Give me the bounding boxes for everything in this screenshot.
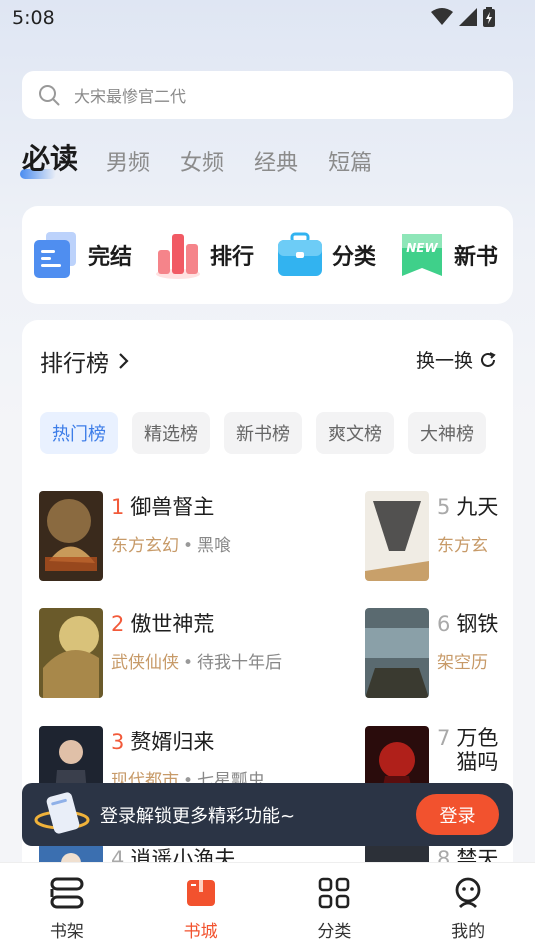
nav-label-bookstore: 书城 [183, 922, 218, 942]
chip-cool[interactable]: 爽文榜 [316, 412, 394, 454]
nav-label-category: 分类 [317, 922, 352, 942]
ranking-chips: 热门榜 精选榜 新书榜 爽文榜 大神榜 [40, 412, 496, 454]
login-banner-text: 登录解锁更多精彩功能~ [100, 805, 296, 827]
search-placeholder: 大宋最惨官二代 [74, 87, 187, 106]
search-bar[interactable]: 大宋最惨官二代 [22, 71, 513, 119]
login-banner: 登录解锁更多精彩功能~ 登录 [22, 783, 513, 846]
status-icons [431, 7, 495, 27]
quick-entry-card: 完结 排行 分类 NEW 新书 [22, 206, 513, 304]
refresh-icon [481, 351, 496, 367]
book-title: 万色猫吗 [456, 726, 499, 774]
chip-hot[interactable]: 热门榜 [40, 412, 118, 454]
book-genre: 架空历 [437, 653, 488, 673]
status-time: 5:08 [12, 7, 55, 29]
book-item[interactable]: 5 九天 东方玄 [365, 491, 498, 581]
new-badge-text: NEW [406, 241, 438, 255]
nav-profile[interactable]: 我的 [401, 863, 535, 951]
ranking-chart-icon [156, 234, 200, 279]
quick-item-complete[interactable]: 完结 [32, 230, 132, 280]
tab-classic[interactable]: 经典 [254, 145, 298, 177]
quick-item-category[interactable]: 分类 [276, 230, 376, 280]
nav-category[interactable]: 分类 [268, 863, 402, 951]
profile-icon [455, 877, 481, 909]
signal-icon [459, 8, 477, 26]
status-bar: 5:08 [0, 0, 535, 38]
quick-label-complete: 完结 [88, 245, 133, 270]
refresh-button[interactable]: 换一换 [416, 346, 497, 373]
tab-bidu[interactable]: 必读 [19, 137, 78, 179]
book-item[interactable]: 2 傲世神荒 武侠仙侠 • 待我十年后 [39, 608, 282, 698]
book-cover [39, 608, 103, 698]
book-title: 傲世神荒 [130, 612, 215, 636]
rank-number: 3 [111, 730, 125, 754]
nav-bookshelf[interactable]: 书架 [0, 863, 134, 951]
book-cover [365, 608, 429, 698]
book-complete-icon [34, 232, 76, 278]
quick-label-ranking: 排行 [210, 245, 255, 270]
tab-female[interactable]: 女频 [180, 145, 224, 177]
book-genre: 东方玄 [437, 536, 488, 556]
nav-bookstore[interactable]: 书城 [134, 863, 268, 951]
rank-number: 5 [437, 495, 451, 519]
rank-number: 7 [437, 726, 451, 750]
rank-number: 1 [111, 495, 125, 519]
wifi-icon [431, 8, 453, 25]
tab-male[interactable]: 男频 [106, 145, 150, 177]
book-title: 钢铁 [456, 612, 499, 636]
rank-number: 6 [437, 612, 451, 636]
book-item[interactable]: 6 钢铁 架空历 [365, 608, 498, 698]
new-badge-icon: NEW [402, 234, 442, 276]
battery-icon [483, 7, 495, 27]
quick-label-category: 分类 [332, 245, 377, 270]
book-genre: 武侠仙侠 [111, 653, 179, 673]
nav-label-bookshelf: 书架 [49, 922, 84, 942]
book-title: 九天 [456, 495, 499, 519]
login-button[interactable]: 登录 [416, 794, 499, 835]
category-folder-icon [278, 232, 322, 276]
search-icon [39, 85, 60, 106]
channel-tabs: 必读 男频 女频 经典 短篇 [19, 137, 402, 179]
book-cover [365, 491, 429, 581]
nav-label-profile: 我的 [451, 922, 486, 942]
book-title: 御兽督主 [130, 495, 215, 519]
bottom-nav: 书架 书城 分类 我的 [0, 862, 535, 951]
ranking-title-text: 排行榜 [40, 351, 109, 377]
ranking-title[interactable]: 排行榜 [40, 344, 131, 378]
book-title: 赘婿归来 [130, 730, 215, 754]
quick-item-new[interactable]: NEW 新书 [398, 230, 498, 280]
chevron-right-icon [119, 353, 129, 369]
chip-new[interactable]: 新书榜 [224, 412, 302, 454]
grid-category-icon [319, 877, 350, 909]
book-item[interactable]: 1 御兽督主 东方玄幻 • 黑喰 [39, 491, 231, 581]
unlock-phone-icon [34, 791, 90, 834]
book-author: 黑喰 [197, 536, 232, 556]
chip-master[interactable]: 大神榜 [408, 412, 486, 454]
rank-number: 2 [111, 612, 125, 636]
quick-item-ranking[interactable]: 排行 [154, 230, 254, 280]
book-author: 待我十年后 [197, 653, 283, 673]
refresh-label: 换一换 [415, 350, 473, 372]
quick-label-new: 新书 [454, 245, 499, 270]
tab-short[interactable]: 短篇 [328, 145, 372, 177]
book-genre: 东方玄幻 [111, 536, 179, 556]
book-cover [39, 491, 103, 581]
chip-selected[interactable]: 精选榜 [132, 412, 210, 454]
bookshelf-icon [50, 877, 84, 909]
bookstore-icon [186, 880, 215, 906]
